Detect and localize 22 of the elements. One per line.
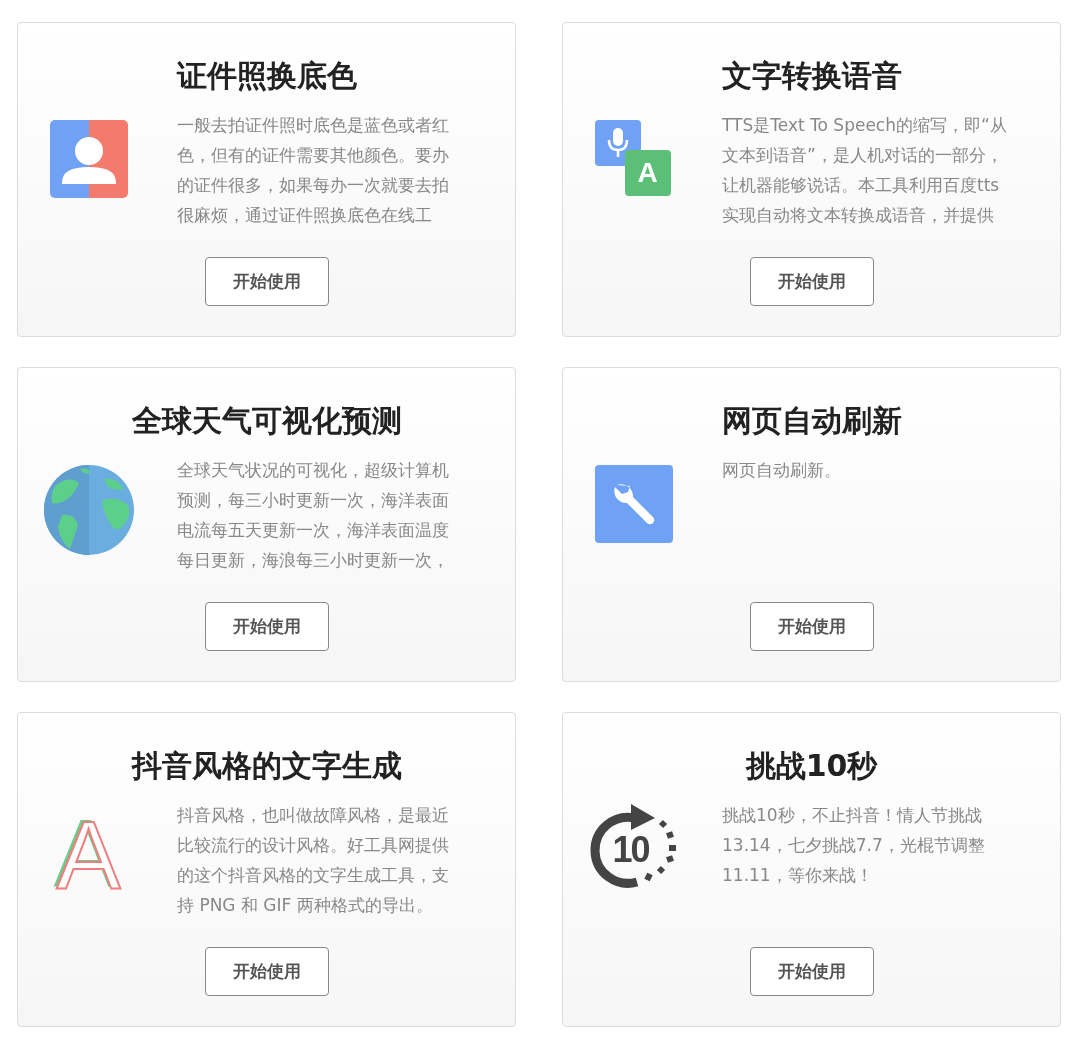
- start-button[interactable]: 开始使用: [204, 257, 329, 306]
- wrench-icon: [594, 465, 673, 543]
- card-description: TTS是Text To Speech的缩写，即“从 文本到语音”，是人机对话的一部分， 让机器能够说话。本工具利用百度tts 实现自动将文本转换成语音，并提供: [722, 114, 1007, 227]
- start-button[interactable]: 开始使用: [749, 602, 874, 651]
- card-description: 抖音风格，也叫做故障风格，是最近 比较流行的设计风格。好工具网提供 的这个抖音风格的文字生成工具，支 持 PNG 和 GIF 两种格式的导出。: [177, 804, 449, 917]
- card-title: 抖音风格的文字生成: [131, 747, 402, 785]
- card-description: 网页自动刷新。: [722, 459, 841, 482]
- card-title: 证件照换底色: [176, 57, 357, 95]
- globe-icon: [43, 465, 134, 555]
- card-title: 全球天气可视化预测: [131, 402, 402, 440]
- card-title: 网页自动刷新: [721, 402, 902, 440]
- start-button[interactable]: 开始使用: [749, 947, 874, 996]
- card-title: 挑战10秒: [745, 747, 878, 785]
- start-button[interactable]: 开始使用: [749, 257, 874, 306]
- card-description: 一般去拍证件照时底色是蓝色或者红 色，但有的证件需要其他颜色。要办 的证件很多，如果每办一次就要去拍 很麻烦，通过证件照换底色在线工: [177, 114, 449, 227]
- card-description: 全球天气状况的可视化，超级计算机 预测，每三小时更新一次，海洋表面 电流每五天更新一次，海洋表面温度 每日更新，海浪每三小时更新一次，: [177, 459, 449, 572]
- id-photo-icon: [49, 120, 128, 198]
- start-button[interactable]: 开始使用: [204, 947, 329, 996]
- letter-icon: A: [56, 810, 121, 900]
- start-button[interactable]: 开始使用: [204, 602, 329, 651]
- card-title: 文字转换语音: [721, 57, 902, 95]
- card-description: 挑战10秒，不止抖音！情人节挑战 13.14，七夕挑战7.7，光棍节调整 11.11，等你来战！: [722, 804, 985, 887]
